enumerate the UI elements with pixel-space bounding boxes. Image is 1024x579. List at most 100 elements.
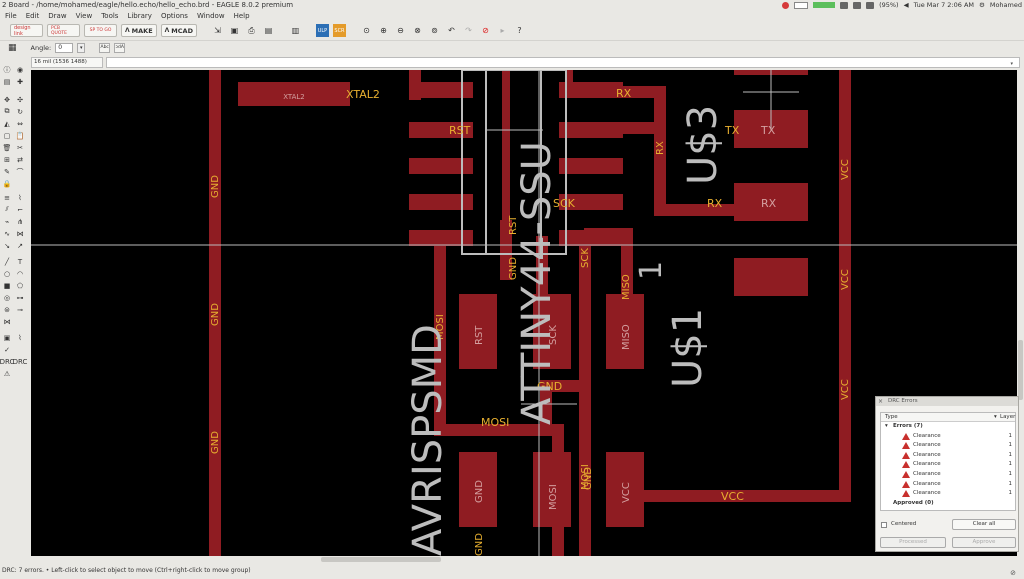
drc-error-row[interactable]: Clearance 1 — [881, 432, 1015, 442]
display-icon[interactable]: ▤ — [2, 77, 12, 86]
drc-approved-group[interactable]: Approved (0) — [881, 499, 1015, 509]
text-icon[interactable]: T — [15, 257, 25, 266]
menu-file[interactable]: File — [5, 12, 17, 20]
drc-error-row[interactable]: Clearance 1 — [881, 480, 1015, 490]
drc-col-layer[interactable]: Layer — [1000, 413, 1015, 422]
redo-icon[interactable]: ↷ — [462, 24, 475, 37]
delete-icon[interactable]: 🗑 — [2, 143, 12, 152]
stop-status-icon[interactable]: ⊘ — [1010, 567, 1016, 579]
route-icon[interactable]: ⌁ — [2, 217, 12, 226]
centered-checkbox[interactable] — [881, 522, 887, 528]
go-icon[interactable]: ▸ — [496, 24, 509, 37]
move-group-icon[interactable]: ✣ — [15, 95, 25, 104]
mark-icon[interactable]: ✚ — [15, 77, 25, 86]
ulp-icon[interactable]: ULP — [315, 24, 329, 37]
zoom-fit-icon[interactable]: ⊙ — [360, 24, 373, 37]
processed-button[interactable]: Processed — [880, 537, 946, 548]
indicator-icon[interactable] — [794, 1, 809, 9]
rotate-icon[interactable]: ↻ — [15, 107, 25, 116]
move-icon[interactable]: ✥ — [2, 95, 12, 104]
grid-icon[interactable]: ▦ — [8, 43, 17, 53]
optimize-icon[interactable]: ≡ — [2, 193, 12, 202]
menu-draw[interactable]: Draw — [48, 12, 66, 20]
save-icon[interactable]: ▣ — [228, 24, 241, 37]
wifi-icon[interactable] — [840, 1, 849, 9]
circle-icon[interactable]: ○ — [2, 269, 12, 278]
pcb-quote-button[interactable]: PCB QUOTE — [47, 24, 80, 37]
make-button[interactable]: Λ MAKE — [121, 24, 157, 37]
info-icon[interactable]: ⓘ — [2, 65, 12, 74]
menu-edit[interactable]: Edit — [26, 12, 40, 20]
horizontal-scrollbar[interactable] — [31, 556, 1017, 563]
angle-dropdown[interactable]: ▾ — [77, 43, 86, 53]
angle-input[interactable]: 0 — [55, 43, 74, 53]
network-meter-icon[interactable] — [813, 2, 836, 8]
user-name[interactable]: Mohamed — [990, 1, 1022, 9]
polygon-icon[interactable]: ⬠ — [15, 281, 25, 290]
copy-icon[interactable]: ⧉ — [2, 107, 12, 116]
via-icon[interactable]: ◎ — [2, 293, 12, 302]
cam-icon[interactable]: ▤ — [262, 24, 275, 37]
menu-window[interactable]: Window — [197, 12, 225, 20]
drc-title-bar[interactable]: × DRC Errors — [876, 397, 1018, 406]
schematic-icon[interactable]: ▥ — [289, 24, 302, 37]
zoom-out-icon[interactable]: ⊖ — [394, 24, 407, 37]
mcad-button[interactable]: Λ MCAD — [160, 24, 197, 37]
script-icon[interactable]: ⇲ — [211, 24, 224, 37]
undo-icon[interactable]: ↶ — [445, 24, 458, 37]
battery-icon[interactable] — [866, 1, 875, 9]
volume-icon[interactable]: ◀ — [904, 1, 909, 9]
hole-icon[interactable]: ⊜ — [2, 305, 12, 314]
menu-library[interactable]: Library — [127, 12, 151, 20]
add-icon[interactable]: ⊞ — [2, 155, 12, 164]
attribute-icon[interactable]: ⊸ — [15, 305, 25, 314]
ripup-all-icon[interactable]: ↗ — [15, 241, 25, 250]
drc-error-row[interactable]: Clearance 1 — [881, 470, 1015, 480]
drc-error-row[interactable]: Clearance 1 — [881, 441, 1015, 451]
expand-icon[interactable]: ▾ — [885, 422, 888, 432]
zoom-select-icon[interactable]: ⊗ — [411, 24, 424, 37]
board-drawing[interactable]: XTAL2 XTAL2 RX TX RX TX RX RST SCK GND G… — [31, 70, 1017, 556]
signal-icon[interactable]: ⊶ — [15, 293, 25, 302]
cam-layer-icon[interactable]: ⌇ — [15, 333, 25, 342]
sp-to-go-button[interactable]: SP TO GO — [84, 24, 117, 37]
vertical-scroll-thumb[interactable] — [1018, 340, 1023, 400]
errors-icon[interactable]: DRC — [13, 357, 28, 366]
split-icon[interactable]: ⌒ — [15, 167, 25, 176]
command-input[interactable]: ▾ — [106, 57, 1020, 68]
ratsnest-icon[interactable]: ⋈ — [15, 229, 25, 238]
change-icon[interactable]: ✎ — [2, 167, 12, 176]
menu-options[interactable]: Options — [161, 12, 188, 20]
menu-view[interactable]: View — [76, 12, 93, 20]
sort-icon[interactable]: ▾ — [994, 413, 997, 422]
drc-icon[interactable]: DRC — [0, 357, 14, 366]
line-icon[interactable]: ╱ — [2, 257, 12, 266]
board-canvas[interactable]: XTAL2 XTAL2 RX TX RX TX RX RST SCK GND G… — [31, 70, 1017, 556]
drc-error-row[interactable]: Clearance 1 — [881, 451, 1015, 461]
drc-error-list[interactable]: Type ▾ Layer ▾ Errors (7) Clearance 1 Cle… — [880, 412, 1016, 511]
erc-icon[interactable]: ✓ — [2, 345, 12, 354]
mirror-off-button[interactable]: Abc — [99, 43, 111, 53]
mirror-on-button[interactable]: ɔdA — [114, 43, 126, 53]
horizontal-scroll-thumb[interactable] — [321, 557, 441, 562]
show-icon[interactable]: ◉ — [15, 65, 25, 74]
meander-icon[interactable]: ⌇ — [15, 193, 25, 202]
warning-icon[interactable]: ⚠ — [2, 369, 12, 378]
close-icon[interactable]: × — [878, 397, 883, 406]
drc-error-row[interactable]: Clearance 1 — [881, 460, 1015, 470]
lock-icon[interactable]: 🔒 — [2, 179, 12, 188]
mirror-icon[interactable]: ◭ — [2, 119, 12, 128]
record-icon[interactable] — [782, 1, 790, 9]
replace-icon[interactable]: ⇄ — [15, 155, 25, 164]
arc-icon[interactable]: ◠ — [15, 269, 25, 278]
drc-error-row[interactable]: Clearance 1 — [881, 489, 1015, 499]
script-run-icon[interactable]: SCR — [332, 24, 346, 37]
stop-icon[interactable]: ⊘ — [479, 24, 492, 37]
paste-icon[interactable]: 📋 — [15, 131, 25, 140]
clock[interactable]: Tue Mar 7 2:06 AM — [914, 1, 974, 9]
drc-errors-group[interactable]: ▾ Errors (7) — [881, 422, 1015, 432]
layer-icon[interactable]: ▣ — [2, 333, 12, 342]
ripup-icon[interactable]: ✂ — [15, 143, 25, 152]
drc-col-type[interactable]: Type — [885, 413, 898, 422]
zoom-last-icon[interactable]: ⊚ — [428, 24, 441, 37]
